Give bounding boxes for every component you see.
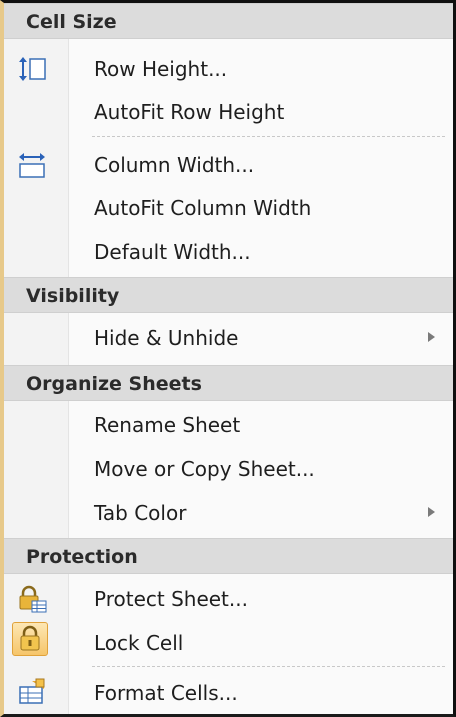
submenu-arrow-icon xyxy=(428,507,435,517)
menu-item-row-height[interactable]: Row Height... xyxy=(4,49,453,89)
menu-item-label: AutoFit Row Height xyxy=(94,100,285,124)
menu-item-label: Tab Color xyxy=(94,501,187,525)
menu-item-default-width[interactable]: Default Width... xyxy=(4,232,453,272)
menu-item-label: AutoFit Column Width xyxy=(94,196,312,220)
row-height-icon xyxy=(16,53,48,85)
menu-item-hide-unhide[interactable]: Hide & Unhide xyxy=(4,318,453,358)
section-header-label: Protection xyxy=(26,546,138,568)
menu-item-format-cells[interactable]: Format Cells... xyxy=(4,673,453,713)
menu-item-label: Hide & Unhide xyxy=(94,326,239,350)
section-header-label: Organize Sheets xyxy=(26,373,202,395)
menu-item-tab-color[interactable]: Tab Color xyxy=(4,493,453,533)
menu-item-protect-sheet[interactable]: Protect Sheet... xyxy=(4,579,453,619)
menu-item-label: Protect Sheet... xyxy=(94,587,248,611)
section-header-cell-size: Cell Size xyxy=(4,3,453,39)
submenu-arrow-icon xyxy=(428,332,435,342)
format-cells-icon xyxy=(16,677,48,709)
menu-separator xyxy=(92,666,445,667)
lock-icon xyxy=(14,623,46,655)
section-header-label: Visibility xyxy=(26,285,120,307)
menu-item-label: Format Cells... xyxy=(94,681,238,705)
menu-item-lock-cell[interactable]: Lock Cell xyxy=(4,622,453,663)
menu-item-label: Row Height... xyxy=(94,57,228,81)
section-header-protection: Protection xyxy=(4,538,453,574)
menu-item-autofit-row-height[interactable]: AutoFit Row Height xyxy=(4,92,453,132)
menu-separator xyxy=(92,136,445,137)
column-width-icon xyxy=(16,149,48,181)
menu-item-move-copy-sheet[interactable]: Move or Copy Sheet... xyxy=(4,449,453,489)
menu-item-column-width[interactable]: Column Width... xyxy=(4,145,453,185)
menu-item-label: Rename Sheet xyxy=(94,413,241,437)
section-header-visibility: Visibility xyxy=(4,277,453,313)
menu-item-label: Column Width... xyxy=(94,153,255,177)
protect-sheet-icon xyxy=(16,583,48,615)
format-dropdown-menu: Cell Size Row Height... AutoFit Row Heig… xyxy=(0,0,456,717)
menu-item-label: Lock Cell xyxy=(94,631,184,655)
section-header-label: Cell Size xyxy=(26,11,117,33)
section-header-organize-sheets: Organize Sheets xyxy=(4,365,453,401)
menu-item-autofit-column-width[interactable]: AutoFit Column Width xyxy=(4,188,453,228)
menu-item-label: Move or Copy Sheet... xyxy=(94,457,315,481)
menu-item-label: Default Width... xyxy=(94,240,251,264)
menu-item-rename-sheet[interactable]: Rename Sheet xyxy=(4,405,453,445)
